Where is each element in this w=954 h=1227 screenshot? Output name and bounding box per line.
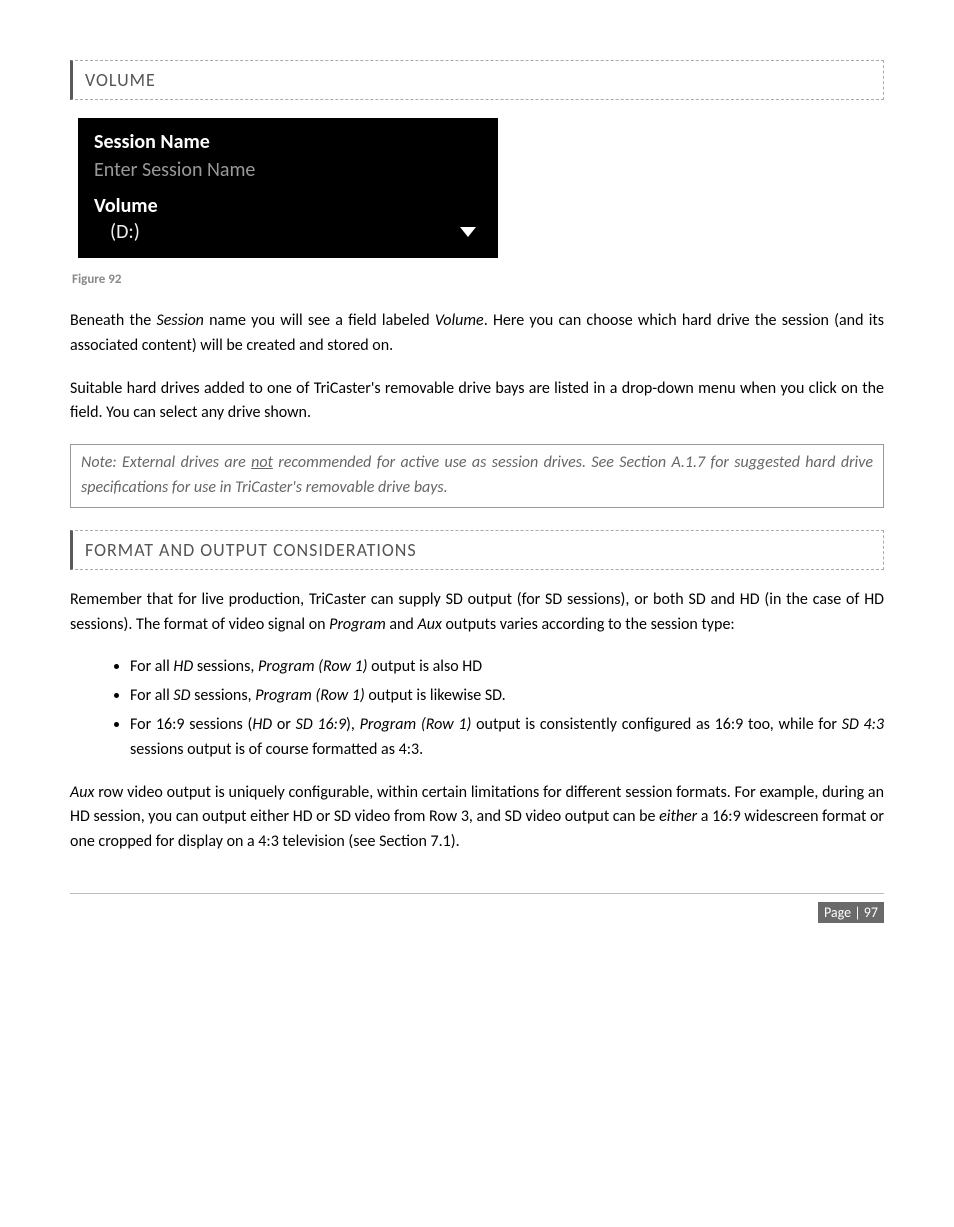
session-name-label: Session Name [78, 128, 498, 156]
list-item: For all SD sessions, Program (Row 1) out… [130, 684, 884, 709]
session-panel: Session Name Enter Session Name Volume (… [78, 118, 498, 258]
page-footer: Page | 97 [70, 893, 884, 923]
note-box: Note: External drives are not recommende… [70, 444, 884, 508]
page-number: Page | 97 [818, 902, 884, 923]
list-item: For all HD sessions, Program (Row 1) out… [130, 655, 884, 680]
chevron-down-icon [460, 227, 476, 237]
paragraph-aux: Aux row video output is uniquely configu… [70, 781, 884, 855]
bullet-list: For all HD sessions, Program (Row 1) out… [70, 655, 884, 762]
paragraph-volume-intro: Beneath the Session name you will see a … [70, 309, 884, 359]
list-item: For 16:9 sessions (HD or SD 16:9), Progr… [130, 713, 884, 763]
paragraph-drives: Suitable hard drives added to one of Tri… [70, 377, 884, 427]
figure-label: Figure 92 [72, 272, 884, 287]
section-heading-volume: VOLUME [70, 60, 884, 100]
volume-label: Volume [78, 192, 498, 220]
volume-dropdown[interactable]: (D:) [78, 220, 498, 244]
volume-value: (D:) [94, 220, 140, 244]
section-heading-format: FORMAT AND OUTPUT CONSIDERATIONS [70, 530, 884, 570]
paragraph-format-intro: Remember that for live production, TriCa… [70, 588, 884, 638]
session-name-input[interactable]: Enter Session Name [78, 156, 498, 192]
